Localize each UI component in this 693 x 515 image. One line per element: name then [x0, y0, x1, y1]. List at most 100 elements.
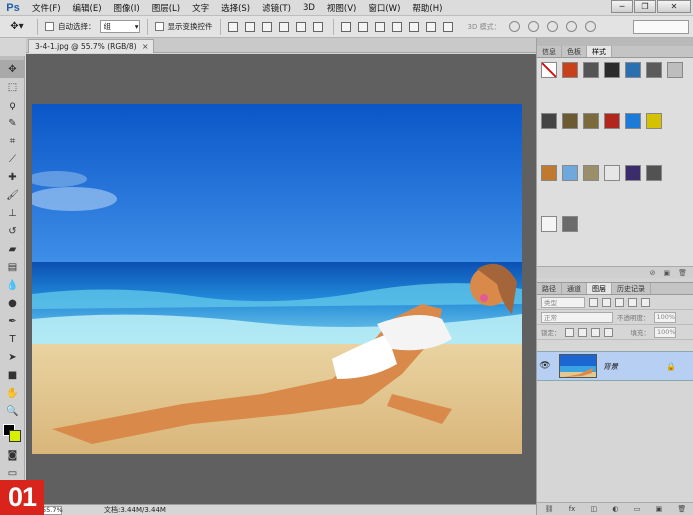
style-swatch[interactable] [562, 164, 578, 181]
layer-mask-icon[interactable]: ◫ [591, 505, 598, 513]
canvas-area[interactable] [26, 54, 536, 504]
background-color[interactable] [9, 430, 21, 442]
tab-channels[interactable]: 通道 [562, 283, 587, 294]
tab-paths[interactable]: 路径 [537, 283, 562, 294]
lock-all-icon[interactable] [603, 327, 613, 337]
adjustment-layer-icon[interactable]: ◐ [612, 505, 618, 513]
roll-3d-icon[interactable] [527, 21, 539, 32]
trash-icon[interactable]: 🗑 [678, 269, 687, 277]
move-tool-icon[interactable]: ✥ [0, 60, 25, 78]
distribute-left-icon[interactable] [391, 21, 402, 32]
lasso-tool-icon[interactable]: ϙ [0, 96, 25, 114]
history-brush-tool-icon[interactable]: ↺ [0, 222, 25, 240]
lock-position-icon[interactable] [590, 327, 600, 337]
menu-help[interactable]: 帮助(H) [406, 2, 448, 14]
restore-button[interactable]: ❐ [634, 0, 656, 13]
menu-view[interactable]: 视图(V) [321, 2, 362, 14]
style-swatch[interactable] [541, 113, 557, 130]
close-button[interactable]: ✕ [657, 0, 691, 13]
style-swatch[interactable] [646, 62, 662, 78]
clone-stamp-tool-icon[interactable]: ⊥ [0, 204, 25, 222]
style-swatch[interactable] [583, 62, 599, 78]
filter-shape-icon[interactable] [628, 297, 637, 307]
color-swatches[interactable] [0, 420, 24, 446]
new-style-icon[interactable]: ▣ [663, 269, 670, 277]
menu-edit[interactable]: 编辑(E) [67, 2, 108, 14]
align-right-icon[interactable] [312, 21, 323, 32]
move-tool-preset-icon[interactable]: ✥▾ [4, 19, 30, 35]
style-swatch[interactable] [604, 164, 620, 181]
layer-name[interactable]: 背景 [603, 361, 618, 372]
menu-select[interactable]: 选择(S) [215, 2, 256, 14]
delete-layer-icon[interactable]: 🗑 [677, 505, 686, 513]
align-top-icon[interactable] [227, 21, 238, 32]
blur-tool-icon[interactable]: 💧 [0, 276, 25, 294]
style-swatch[interactable] [583, 164, 599, 181]
distribute-right-icon[interactable] [425, 21, 436, 32]
menu-filter[interactable]: 滤镜(T) [256, 2, 297, 14]
pen-tool-icon[interactable]: ✒ [0, 312, 25, 330]
style-swatch[interactable] [562, 215, 578, 232]
document-image[interactable] [32, 104, 522, 454]
style-swatch[interactable] [541, 62, 557, 78]
filter-adjustment-icon[interactable] [602, 297, 611, 307]
link-layers-icon[interactable]: ⛓ [545, 505, 554, 513]
zoom-tool-icon[interactable]: 🔍 [0, 402, 25, 420]
marquee-tool-icon[interactable]: ⬚ [0, 78, 25, 96]
layer-style-icon[interactable]: fx [569, 505, 576, 513]
layer-kind-dropdown[interactable]: 类型 [541, 296, 585, 308]
close-tab-icon[interactable]: × [142, 42, 149, 51]
show-transform-checkbox[interactable] [154, 22, 164, 31]
menu-3d[interactable]: 3D [297, 3, 321, 13]
style-swatch[interactable] [562, 113, 578, 130]
healing-brush-tool-icon[interactable]: ✚ [0, 168, 25, 186]
hand-tool-icon[interactable]: ✋ [0, 384, 25, 402]
quick-select-tool-icon[interactable]: ✎ [0, 114, 25, 132]
drag-3d-icon[interactable] [546, 21, 558, 32]
tab-swatches[interactable]: 色板 [562, 46, 587, 57]
dock-header[interactable] [537, 38, 693, 46]
type-tool-icon[interactable]: T [0, 330, 25, 348]
auto-select-dropdown[interactable]: 组 ▾ [99, 20, 140, 33]
auto-align-icon[interactable] [442, 21, 453, 32]
opacity-field[interactable]: 100% [653, 311, 676, 323]
style-swatch[interactable] [646, 164, 662, 181]
style-swatch[interactable] [646, 113, 662, 130]
document-tab[interactable]: 3-4-1.jpg @ 55.7% (RGB/8) × [28, 39, 154, 53]
style-swatch[interactable] [625, 164, 641, 181]
distribute-top-icon[interactable] [340, 21, 351, 32]
style-swatch[interactable] [541, 164, 557, 181]
slide-3d-icon[interactable] [565, 21, 577, 32]
brush-tool-icon[interactable]: 🖌 [0, 186, 25, 204]
lock-transparent-icon[interactable] [564, 327, 574, 337]
scale-3d-icon[interactable] [584, 21, 596, 32]
filter-type-icon[interactable] [615, 297, 624, 307]
filter-smart-object-icon[interactable] [641, 297, 650, 307]
eye-icon[interactable]: 👁 [537, 361, 553, 371]
menu-window[interactable]: 窗口(W) [362, 2, 406, 14]
no-style-icon[interactable]: ⊘ [650, 269, 656, 277]
align-bottom-icon[interactable] [261, 21, 272, 32]
auto-select-checkbox[interactable] [45, 22, 54, 31]
align-left-icon[interactable] [278, 21, 289, 32]
style-swatch[interactable] [562, 62, 578, 78]
filter-pixel-icon[interactable] [589, 297, 598, 307]
align-vcenter-icon[interactable] [244, 21, 255, 32]
distribute-hcenter-icon[interactable] [408, 21, 419, 32]
tab-history[interactable]: 历史记录 [612, 283, 651, 294]
distribute-vcenter-icon[interactable] [357, 21, 368, 32]
new-group-icon[interactable]: ▭ [634, 505, 641, 513]
tab-styles[interactable]: 样式 [587, 46, 612, 57]
document-info[interactable]: 文档:3.44M/3.44M [104, 505, 166, 515]
style-swatch[interactable] [583, 113, 599, 130]
rotate-3d-icon[interactable] [508, 21, 520, 32]
style-swatch[interactable] [604, 113, 620, 130]
tab-info[interactable]: 信息 [537, 46, 562, 57]
layer-row-background[interactable]: 👁 背景 🔒 [537, 351, 693, 381]
gradient-tool-icon[interactable]: ▤ [0, 258, 25, 276]
fill-field[interactable]: 100% [654, 326, 676, 338]
quick-mask-icon[interactable]: ◙ [0, 446, 25, 464]
style-swatch[interactable] [625, 62, 641, 78]
minimize-button[interactable]: ─ [611, 0, 633, 13]
new-layer-icon[interactable]: ▣ [656, 505, 663, 513]
